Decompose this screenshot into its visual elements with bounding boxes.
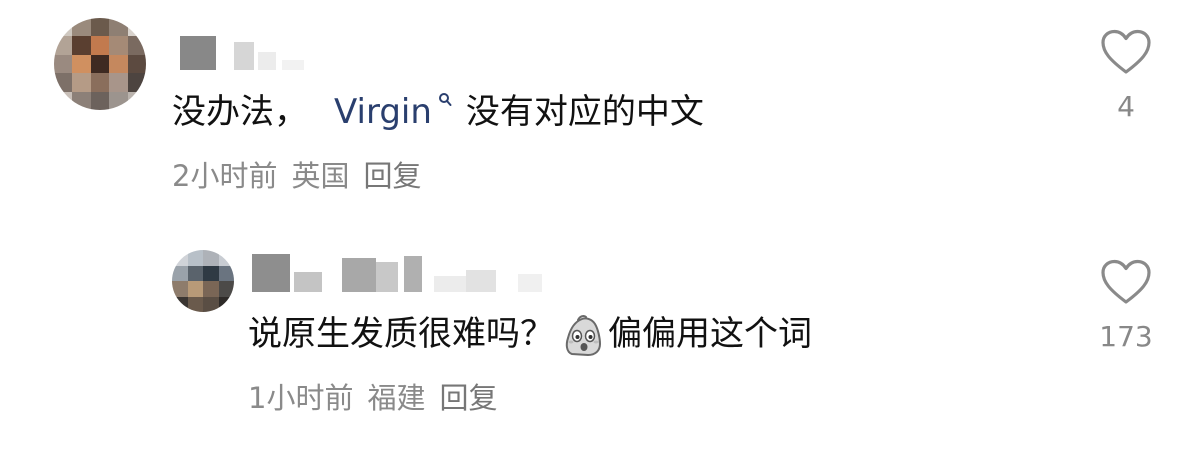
comment-meta: 2小时前 英国 回复 — [172, 156, 421, 196]
comment-2: 说原生发质很难吗？ 偏偏用这个词 1小时前 福建 回复 173 — [0, 220, 1200, 451]
location: 福建 — [367, 381, 426, 415]
avatar[interactable] — [54, 18, 146, 110]
search-icon[interactable] — [438, 92, 452, 108]
emoji-face-icon — [565, 314, 602, 356]
reply-button[interactable]: 回复 — [363, 156, 421, 196]
like-widget: 4 — [1091, 28, 1161, 123]
comment-text: 没办法， Virgin 没有对应的中文 — [172, 88, 704, 136]
location: 英国 — [291, 159, 350, 193]
comment-text-end: 偏偏用这个词 — [608, 314, 812, 354]
username-redacted[interactable] — [252, 252, 542, 292]
like-count: 4 — [1117, 90, 1135, 123]
heart-icon[interactable] — [1100, 258, 1152, 306]
comment-text: 说原生发质很难吗？ 偏偏用这个词 — [248, 310, 812, 358]
search-link-virgin[interactable]: Virgin — [334, 92, 466, 132]
like-count: 173 — [1099, 320, 1153, 353]
link-text[interactable]: Virgin — [334, 92, 432, 132]
comment-text-start: 没办法， — [172, 92, 308, 132]
like-widget: 173 — [1091, 258, 1161, 353]
username-redacted[interactable] — [180, 34, 304, 70]
comment-text-start: 说原生发质很难吗？ — [248, 314, 554, 354]
timestamp: 1小时前 — [248, 381, 354, 415]
comment-text-end: 没有对应的中文 — [465, 92, 704, 132]
comment-1: 没办法， Virgin 没有对应的中文 2小时前 英国 回复 4 — [0, 0, 1200, 220]
comment-meta: 1小时前 福建 回复 — [248, 378, 497, 418]
avatar[interactable] — [172, 250, 234, 312]
timestamp: 2小时前 — [172, 159, 278, 193]
reply-button[interactable]: 回复 — [439, 378, 497, 418]
heart-icon[interactable] — [1100, 28, 1152, 76]
